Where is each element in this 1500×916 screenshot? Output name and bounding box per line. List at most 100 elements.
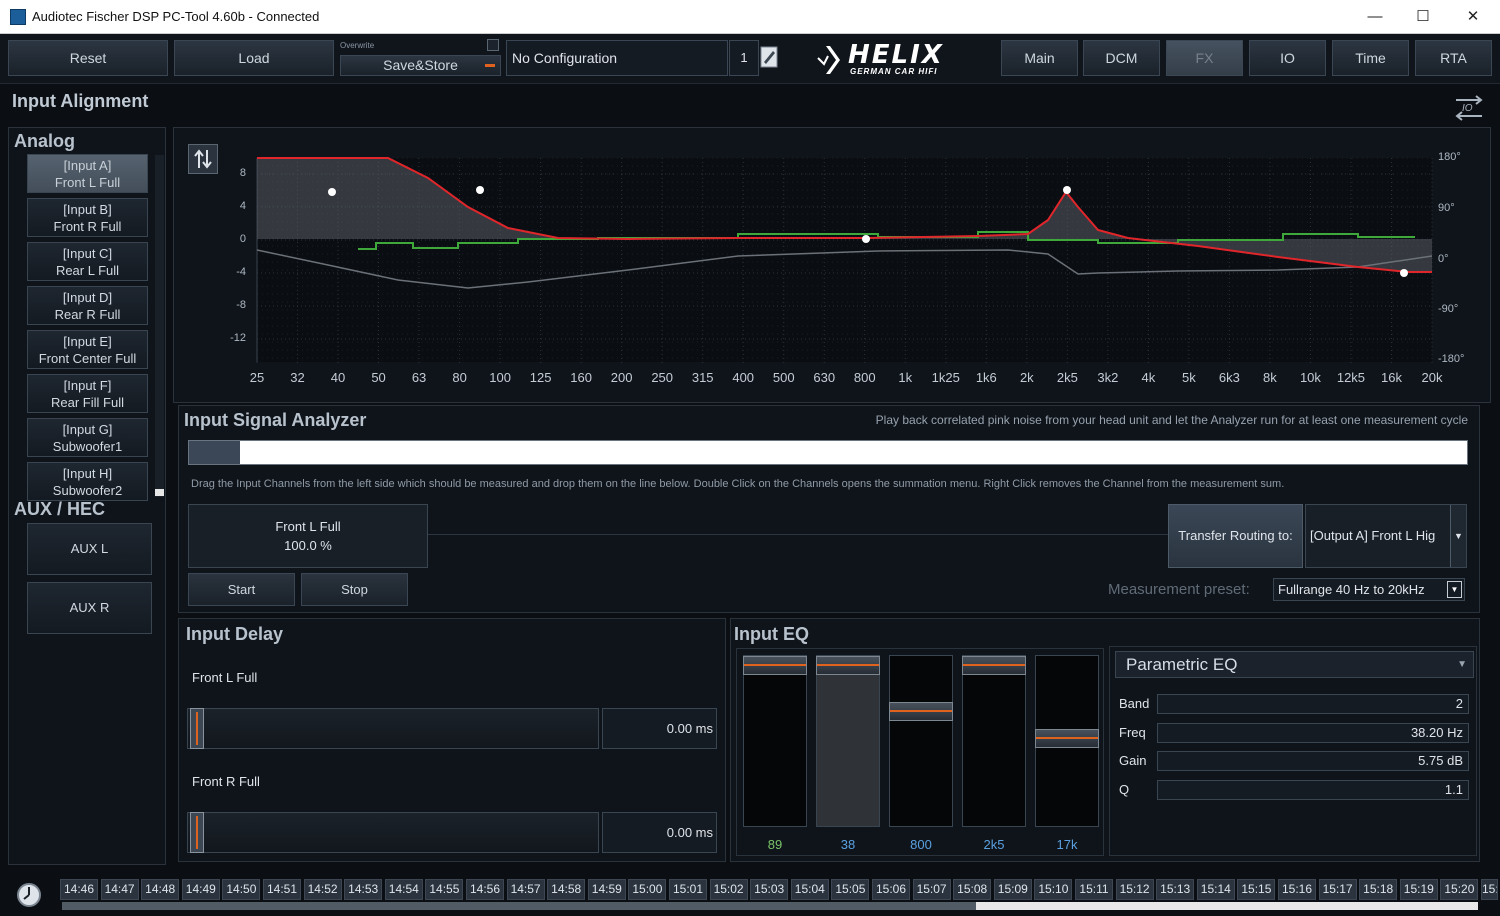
timeline-tick[interactable]: 15:00 [628,879,667,900]
eq-band-handle[interactable] [816,656,880,675]
timeline-tick[interactable]: 15:10 [1034,879,1073,900]
timeline-tick[interactable]: 14:48 [141,879,180,900]
eq-band-slider[interactable] [962,655,1026,827]
tab-io[interactable]: IO [1249,40,1326,76]
reset-button[interactable]: Reset [8,40,168,76]
channel-button[interactable]: [Input A] Front L Full [27,154,148,193]
timeline-tick[interactable]: 15:20 [1440,879,1479,900]
timeline-tick[interactable]: 15:11 [1075,879,1113,900]
frequency-response-chart[interactable] [178,130,1490,400]
timeline-tick[interactable]: 15:06 [872,879,910,900]
timeline-tick[interactable]: 14:50 [222,879,261,900]
timeline-tick[interactable]: 15:17 [1318,879,1357,900]
save-store-button[interactable]: Save&Store [340,55,501,76]
tab-rta[interactable]: RTA [1415,40,1492,76]
delay-slider-front-r[interactable] [187,812,599,853]
timeline-tick[interactable]: 15:19 [1399,879,1438,900]
minimize-button[interactable]: — [1360,6,1390,28]
tab-main[interactable]: Main [1001,40,1078,76]
chevron-down-icon[interactable]: ▼ [1447,581,1462,598]
channel-button[interactable]: [Input B] Front R Full [27,198,148,237]
delay-slider-front-l[interactable] [187,708,599,749]
edit-icon[interactable] [760,44,778,70]
channel-button[interactable]: [Input D] Rear R Full [27,286,148,325]
io-swap-icon[interactable]: IO [1454,95,1484,121]
routing-target-select[interactable]: [Output A] Front L Hig ▼ [1305,504,1467,568]
channel-button[interactable]: [Input H] Subwoofer2 [27,462,148,501]
eq-band-handle[interactable] [743,656,807,675]
channel-button[interactable]: [Input E] Front Center Full [27,330,148,369]
timeline-scrollbar-thumb[interactable] [62,902,976,910]
tab-time[interactable]: Time [1332,40,1409,76]
autoscale-icon[interactable] [188,144,218,174]
timeline-tick[interactable]: 15:12 [1115,879,1154,900]
eq-band-handle[interactable] [962,656,1026,675]
delay-value-front-r[interactable]: 0.00 ms [602,812,717,853]
timeline-tick[interactable]: 14:56 [466,879,504,900]
timeline-tick[interactable]: 15:07 [912,879,951,900]
peq-q-field[interactable]: 1.1 [1157,779,1469,800]
peq-band-field[interactable]: 2 [1157,694,1469,714]
peq-gain-field[interactable]: 5.75 dB [1157,751,1469,771]
timeline-tick[interactable]: 14:49 [181,879,220,900]
measurement-preset-select[interactable]: Fullrange 40 Hz to 20kHz ▼ [1273,578,1465,601]
timeline-tick[interactable]: 15:02 [709,879,748,900]
timeline-tick[interactable]: 15:03 [750,879,789,900]
timeline-tick[interactable]: 15: [1481,879,1498,900]
eq-band-slider[interactable] [1035,655,1099,827]
timeline-tick[interactable]: 15:13 [1156,879,1195,900]
timeline-tick[interactable]: 15:15 [1237,879,1276,900]
eq-band-slider[interactable] [743,655,807,827]
eq-band-slider[interactable] [889,655,953,827]
timeline-tick[interactable]: 15:18 [1359,879,1398,900]
timeline-tick[interactable]: 15:08 [953,879,992,900]
transfer-routing-button[interactable]: Transfer Routing to: [1168,504,1303,568]
load-button[interactable]: Load [174,40,334,76]
channel-scrollbar[interactable] [155,155,164,497]
clock-icon[interactable] [14,880,44,910]
channel-button[interactable]: [Input C] Rear L Full [27,242,148,281]
timeline-tick[interactable]: 14:55 [425,879,464,900]
timeline-tick[interactable]: 14:59 [587,879,626,900]
timeline-tick[interactable]: 14:54 [384,879,423,900]
timeline-tick[interactable]: 15:05 [831,879,870,900]
eq-band-handle[interactable] [889,702,953,721]
channel-scrollbar-thumb[interactable] [155,489,164,496]
timeline-tick[interactable]: 14:52 [303,879,342,900]
tab-dcm[interactable]: DCM [1083,40,1160,76]
overwrite-checkbox[interactable] [487,39,499,51]
timeline-tick[interactable]: 14:47 [100,879,139,900]
timeline-tick[interactable]: 14:53 [344,879,383,900]
timeline-tick[interactable]: 15:16 [1278,879,1316,900]
delay-slider-handle[interactable] [190,812,204,853]
timeline-scrollbar[interactable] [62,902,1478,910]
close-button[interactable]: ✕ [1458,6,1488,28]
maximize-button[interactable]: ☐ [1408,6,1438,28]
eq-band-slider[interactable] [816,655,880,827]
aux-l-button[interactable]: AUX L [27,523,152,575]
measurement-sum-box[interactable]: Front L Full 100.0 % [188,504,428,568]
timeline-tick[interactable]: 14:57 [506,879,545,900]
timeline-tick[interactable]: 15:09 [993,879,1032,900]
config-name-field[interactable]: No Configuration [506,40,728,76]
eq-mode-select[interactable]: Parametric EQ ▼ [1115,651,1474,678]
channel-button[interactable]: [Input G] Subwoofer1 [27,418,148,457]
timeline-tick[interactable]: 14:51 [263,879,301,900]
start-button[interactable]: Start [188,573,295,606]
timeline-tick[interactable]: 15:01 [669,879,707,900]
aux-r-button[interactable]: AUX R [27,582,152,634]
delay-value-front-l[interactable]: 0.00 ms [602,708,717,749]
config-number-field[interactable]: 1 [729,40,759,76]
timeline-tick[interactable]: 15:04 [790,879,829,900]
chevron-down-icon[interactable]: ▼ [1450,505,1466,567]
channel-button[interactable]: [Input F] Rear Fill Full [27,374,148,413]
stop-button[interactable]: Stop [301,573,408,606]
delay-slider-handle[interactable] [190,708,204,749]
timeline-tick[interactable]: 15:14 [1196,879,1235,900]
peq-freq-field[interactable]: 38.20 Hz [1157,722,1469,743]
measurement-line[interactable] [428,534,1168,535]
eq-band-handle[interactable] [1035,729,1099,748]
tab-fx[interactable]: FX [1166,40,1243,76]
timeline-tick[interactable]: 14:58 [547,879,586,900]
timeline-tick[interactable]: 14:46 [60,879,98,900]
